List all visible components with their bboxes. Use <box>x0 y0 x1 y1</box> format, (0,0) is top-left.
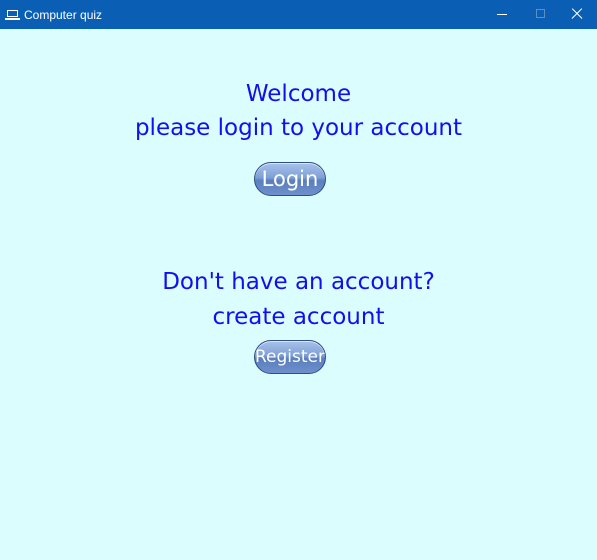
login-button[interactable]: Login <box>254 162 326 196</box>
close-button[interactable] <box>556 0 597 29</box>
close-icon <box>571 8 583 20</box>
welcome-heading: Welcome <box>245 81 352 107</box>
no-account-text: Don't have an account? <box>162 269 435 295</box>
minimize-icon <box>497 14 507 15</box>
laptop-icon <box>5 10 20 20</box>
create-account-text: create account <box>212 304 385 330</box>
window-title: Computer quiz <box>24 8 103 22</box>
login-prompt: please login to your account <box>134 115 463 141</box>
app-window: Computer quiz Welcome please login to yo… <box>0 0 597 560</box>
title-bar[interactable]: Computer quiz <box>0 0 597 29</box>
register-button[interactable]: Register <box>254 340 326 374</box>
maximize-icon <box>536 9 545 18</box>
